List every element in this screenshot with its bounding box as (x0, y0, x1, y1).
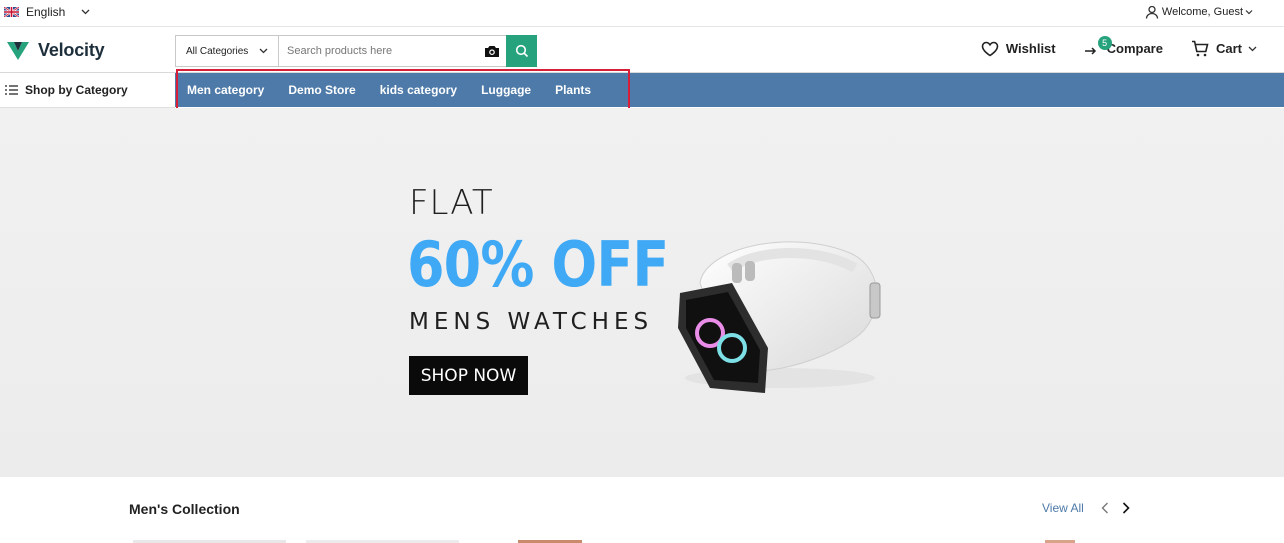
logo-text: Velocity (38, 39, 105, 60)
search-button[interactable] (506, 35, 537, 67)
logo[interactable]: Velocity (6, 39, 105, 61)
cart-link[interactable]: Cart (1191, 40, 1264, 57)
welcome-label: Welcome, Guest (1161, 6, 1243, 18)
nav-item-plants[interactable]: Plants (555, 83, 591, 97)
chevron-down-icon (1245, 10, 1253, 15)
header-actions: Wishlist 5 Compare Cart (953, 36, 1264, 57)
category-select[interactable]: All Categories (176, 36, 279, 66)
compare-label: Compare (1106, 41, 1163, 56)
search-input[interactable] (279, 36, 478, 66)
cart-icon (1191, 40, 1209, 57)
section-title: Men's Collection (129, 501, 240, 517)
nav-item-demo-store[interactable]: Demo Store (288, 83, 355, 97)
smartwatch-image (678, 241, 881, 393)
header: Velocity All Categories Wishlist 5 Compa… (0, 27, 1284, 73)
language-label: English (26, 5, 66, 19)
banner-discount: 60% OFF (407, 228, 669, 301)
user-icon (1145, 5, 1159, 19)
cart-label: Cart (1215, 41, 1242, 56)
chevron-down-icon (259, 48, 268, 54)
top-bar: English Welcome, Guest (0, 0, 1284, 27)
account-menu[interactable]: Welcome, Guest (1145, 5, 1256, 19)
velocity-logo-icon (7, 42, 29, 60)
carousel-next-button[interactable] (1118, 500, 1134, 516)
camera-icon (485, 46, 499, 57)
chevron-left-icon (1101, 502, 1108, 514)
search-bar: All Categories (175, 35, 537, 67)
search-icon (515, 44, 528, 58)
hero-banner[interactable]: FLAT 60% OFF MENS WATCHES SHOP NOW (0, 108, 1284, 477)
nav-item-luggage[interactable]: Luggage (481, 83, 531, 97)
carousel-prev-button[interactable] (1097, 500, 1113, 516)
image-search-button[interactable] (478, 36, 506, 66)
language-selector[interactable]: English (4, 5, 90, 19)
chevron-down-icon (81, 9, 90, 15)
wishlist-link[interactable]: Wishlist (981, 41, 1056, 57)
category-select-value: All Categories (186, 45, 249, 57)
nav-item-men-category[interactable]: Men category (187, 83, 264, 97)
wishlist-label: Wishlist (1005, 41, 1056, 56)
shop-by-category-button[interactable]: Shop by Category (0, 73, 175, 108)
list-menu-icon (5, 85, 18, 95)
view-all-link[interactable]: View All (1042, 501, 1084, 515)
chevron-down-icon (1248, 46, 1257, 51)
heart-icon (981, 41, 999, 56)
shop-now-button[interactable]: SHOP NOW (409, 356, 528, 395)
compare-link[interactable]: 5 Compare (1084, 36, 1163, 56)
uk-flag-icon (4, 7, 19, 17)
shop-by-category-label: Shop by Category (25, 83, 128, 97)
category-navbar: Men category Demo Store kids category Lu… (175, 73, 1284, 107)
compare-count-badge: 5 (1097, 36, 1112, 50)
banner-line-flat: FLAT (409, 183, 494, 223)
banner-subtitle: MENS WATCHES (409, 309, 654, 335)
chevron-right-icon (1122, 502, 1130, 514)
nav-item-kids-category[interactable]: kids category (380, 83, 457, 97)
